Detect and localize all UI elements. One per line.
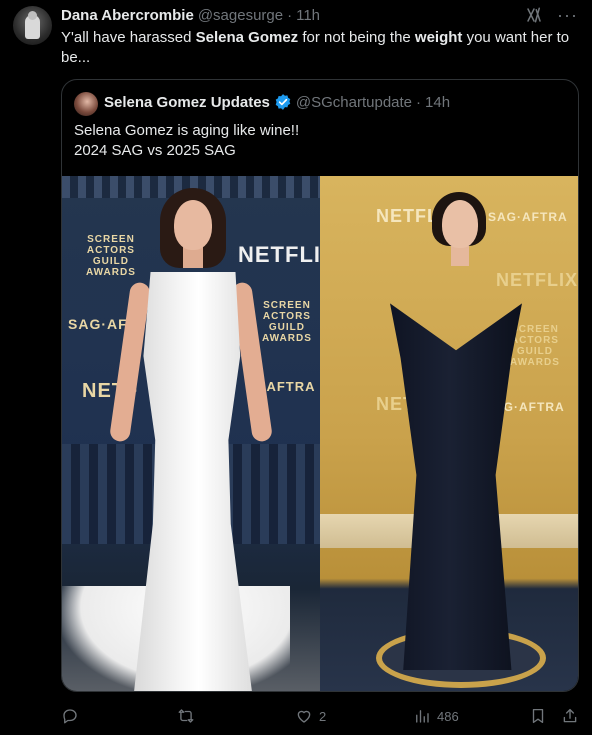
- quoted-text-line: Selena Gomez is aging like wine!!: [74, 122, 300, 139]
- quoted-media[interactable]: SCREEN ACTORS GUILD AWARDS NETFLIX SCREE…: [62, 176, 578, 691]
- views-icon: [416, 710, 429, 723]
- quoted-author-handle[interactable]: @SGchartupdate: [296, 94, 412, 111]
- tweet-text-part: Y'all have harassed: [61, 29, 196, 46]
- tweet-text-bold: weight: [414, 29, 463, 46]
- photo-2025-sag[interactable]: NETFL SAG·AFTRA NETFLIX SCREEN ACTORS GU…: [320, 176, 578, 691]
- netflix-backdrop-text: NETFLIX: [496, 270, 578, 290]
- like-button[interactable]: 2: [295, 704, 326, 728]
- sag-aftra-backdrop-text: SAG·AFTRA: [488, 210, 568, 224]
- tweet-time[interactable]: 11h: [296, 7, 320, 24]
- grok-icon[interactable]: [525, 6, 543, 24]
- separator-dot: ·: [416, 93, 422, 111]
- heart-icon: [297, 710, 311, 723]
- quoted-tweet[interactable]: Selena Gomez Updates @SGchartupdate · 14…: [61, 79, 579, 692]
- quoted-author-name[interactable]: Selena Gomez Updates: [104, 94, 270, 111]
- quoted-tweet-header: Selena Gomez Updates @SGchartupdate · 14…: [104, 93, 450, 111]
- author-handle[interactable]: @sagesurge: [198, 7, 283, 24]
- quoted-tweet-text: Selena Gomez is aging like wine!! 2024 S…: [74, 121, 564, 161]
- share-icon: [563, 708, 577, 723]
- sag-awards-logo: SCREEN ACTORS GUILD AWARDS: [510, 324, 560, 368]
- netflix-backdrop-text: NETFLIX: [238, 242, 320, 267]
- bookmark-icon: [532, 708, 544, 724]
- bookmark-button[interactable]: [529, 704, 547, 728]
- sag-awards-logo: SCREEN ACTORS GUILD AWARDS: [86, 234, 136, 278]
- photo-2024-sag[interactable]: SCREEN ACTORS GUILD AWARDS NETFLIX SCREE…: [62, 176, 320, 691]
- figure-face: [174, 200, 212, 250]
- more-options-icon[interactable]: ···: [557, 6, 578, 24]
- verified-badge-icon: [275, 94, 291, 110]
- reply-button[interactable]: [61, 704, 85, 728]
- tweet-top-actions: ···: [525, 6, 578, 24]
- figure-neck: [451, 246, 469, 266]
- quoted-author-avatar[interactable]: [74, 92, 98, 116]
- avatar-figure: [25, 11, 40, 39]
- tweet-actions: 2 486: [61, 704, 581, 728]
- reply-icon: [63, 709, 77, 724]
- tweet[interactable]: Dana Abercrombie @sagesurge · 11h ··· Y'…: [0, 0, 592, 735]
- quoted-text-line: 2024 SAG vs 2025 SAG: [74, 142, 236, 159]
- tweet-text: Y'all have harassed Selena Gomez for not…: [61, 28, 581, 68]
- tweet-text-part: for not being the: [298, 29, 415, 46]
- quoted-tweet-time[interactable]: 14h: [425, 94, 450, 111]
- author-avatar[interactable]: [13, 6, 52, 45]
- figure-face: [442, 200, 478, 248]
- black-gown: [390, 303, 522, 670]
- tweet-text-bold: Selena Gomez: [195, 29, 299, 46]
- sag-awards-logo: SCREEN ACTORS GUILD AWARDS: [262, 300, 312, 344]
- views-count: 486: [437, 708, 459, 724]
- retweet-button[interactable]: [177, 704, 201, 728]
- separator-dot: ·: [287, 6, 293, 24]
- netflix-backdrop-text: NETFL: [376, 206, 439, 226]
- share-button[interactable]: [561, 704, 579, 728]
- sag-aftra-backdrop-text: SAG·AF: [68, 316, 128, 332]
- retweet-icon: [178, 709, 194, 723]
- views-button[interactable]: 486: [413, 704, 459, 728]
- like-count: 2: [319, 708, 327, 724]
- author-name[interactable]: Dana Abercrombie: [61, 7, 194, 24]
- tweet-header: Dana Abercrombie @sagesurge · 11h: [61, 5, 320, 25]
